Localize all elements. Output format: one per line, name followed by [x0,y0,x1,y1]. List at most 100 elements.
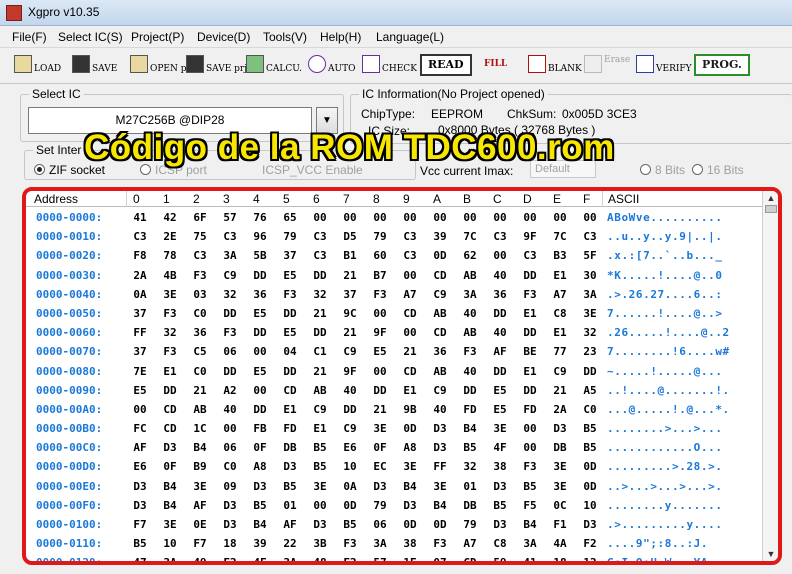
hex-byte[interactable]: 76 [248,211,272,224]
hex-byte[interactable]: CD [158,422,182,435]
16-bits-radio[interactable]: 16 Bits [692,163,744,177]
table-row[interactable]: 0000-00D0: E6 0F B9 C0 A8 D3 B5 10 EC 3E FF 32 38 F3 3E… [26,456,762,475]
hex-byte[interactable]: E5 [248,307,272,320]
hex-byte[interactable]: 10 [158,537,182,550]
hex-byte[interactable]: E1 [548,269,572,282]
hex-byte[interactable]: A5 [578,384,602,397]
load-button[interactable]: LOAD [14,51,61,81]
hex-byte[interactable]: 0F [158,460,182,473]
hex-byte[interactable]: D3 [548,422,572,435]
hex-byte[interactable]: 3A [578,288,602,301]
hex-byte[interactable]: DD [518,326,542,339]
hex-byte[interactable]: 00 [248,345,272,358]
hex-byte[interactable]: F3 [188,269,212,282]
hex-byte[interactable]: 21 [338,269,362,282]
hex-byte[interactable]: E5 [368,345,392,358]
hex-byte[interactable]: 4B [158,269,182,282]
hex-byte[interactable]: D3 [218,518,242,531]
hex-byte[interactable]: 40 [338,384,362,397]
hex-byte[interactable]: 01 [278,499,302,512]
hex-byte[interactable]: F3 [368,288,392,301]
hex-byte[interactable]: 39 [248,537,272,550]
hex-byte[interactable]: C3 [188,249,212,262]
hex-byte[interactable]: 62 [458,249,482,262]
hex-byte[interactable]: 37 [128,345,152,358]
hex-byte[interactable]: 30 [578,269,602,282]
hex-byte[interactable]: F7 [188,537,212,550]
hex-byte[interactable]: 06 [218,441,242,454]
table-row[interactable]: 0000-0010: C3 2E 75 C3 96 79 C3 D5 79 C3 39 7C C3 9F 7C… [26,226,762,245]
hex-byte[interactable]: 3B [308,537,332,550]
hex-byte[interactable]: B5 [338,518,362,531]
hex-byte[interactable]: 21 [308,307,332,320]
hex-byte[interactable]: DD [308,326,332,339]
scroll-up-icon[interactable]: ▲ [763,191,778,205]
hex-byte[interactable]: 00 [368,211,392,224]
hex-byte[interactable]: 37 [338,288,362,301]
hex-byte[interactable]: FC [128,422,152,435]
hex-byte[interactable]: E5 [128,384,152,397]
hex-byte[interactable]: 00 [248,384,272,397]
hex-byte[interactable]: E5 [248,365,272,378]
hex-byte[interactable]: 0D [578,460,602,473]
hex-byte[interactable]: B4 [518,518,542,531]
table-row[interactable]: 0000-00A0: 00 CD AB 40 DD E1 C9 DD 21 9B 40 FD E5 FD 2A… [26,399,762,418]
hex-byte[interactable]: 00 [518,441,542,454]
hex-byte[interactable]: EC [368,460,392,473]
hex-byte[interactable]: 00 [458,211,482,224]
hex-byte[interactable]: 9B [398,403,422,416]
hex-byte[interactable]: 36 [428,345,452,358]
hex-byte[interactable]: 38 [488,460,512,473]
hex-byte[interactable]: 3E [308,480,332,493]
hex-byte[interactable]: B3 [548,249,572,262]
hex-byte[interactable]: E1 [158,365,182,378]
hex-byte[interactable]: F2 [218,556,242,561]
hex-byte[interactable]: CD [458,556,482,561]
hex-byte[interactable]: 3E [158,518,182,531]
hex-byte[interactable]: 00 [428,211,452,224]
hex-byte[interactable]: 38 [398,537,422,550]
hex-byte[interactable]: 0A [128,288,152,301]
hex-byte[interactable]: D5 [338,230,362,243]
hex-byte[interactable]: F3 [278,288,302,301]
hex-byte[interactable]: C0 [188,365,212,378]
hex-byte[interactable]: F3 [158,307,182,320]
hex-byte[interactable]: CD [278,384,302,397]
hex-byte[interactable]: 60 [368,249,392,262]
hex-byte[interactable]: A2 [218,384,242,397]
hex-byte[interactable]: AB [458,326,482,339]
row-ascii[interactable]: ..u..y..y.9|..|. [607,230,723,243]
hex-byte[interactable]: D3 [218,499,242,512]
hex-byte[interactable]: 41 [518,556,542,561]
hex-byte[interactable]: 36 [488,288,512,301]
hex-byte[interactable]: 9C [338,307,362,320]
hex-byte[interactable]: 01 [458,480,482,493]
hex-byte[interactable]: 0D [428,249,452,262]
hex-byte[interactable]: DD [278,307,302,320]
hex-byte[interactable]: D3 [428,422,452,435]
hex-byte[interactable]: DD [368,384,392,397]
row-ascii[interactable]: 7......!....@..> [607,307,723,320]
hex-byte[interactable]: E1 [398,384,422,397]
hex-byte[interactable]: F1 [548,518,572,531]
table-row[interactable]: 0000-00E0: D3 B4 3E 09 D3 B5 3E 0A D3 B4 3E 01 D3 B5 3E… [26,476,762,495]
hex-byte[interactable]: DD [278,365,302,378]
hex-byte[interactable]: FB [248,422,272,435]
hex-byte[interactable]: 0A [338,480,362,493]
row-ascii[interactable]: ........y....... [607,499,723,512]
hex-byte[interactable]: D3 [368,480,392,493]
hex-byte[interactable]: 3A [278,556,302,561]
hex-byte[interactable]: 3E [158,288,182,301]
hex-byte[interactable]: B5 [278,480,302,493]
hex-byte[interactable]: 32 [158,326,182,339]
hex-byte[interactable]: 9F [518,230,542,243]
hex-byte[interactable]: DD [248,403,272,416]
hex-byte[interactable]: C9 [308,403,332,416]
hex-byte[interactable]: 00 [518,211,542,224]
hex-byte[interactable]: 7C [458,230,482,243]
hex-byte[interactable]: 0D [578,480,602,493]
hex-byte[interactable]: A8 [398,441,422,454]
open-prj-button[interactable]: OPEN prj [130,51,194,81]
hex-byte[interactable]: 48 [308,556,332,561]
hex-byte[interactable]: B5 [488,499,512,512]
